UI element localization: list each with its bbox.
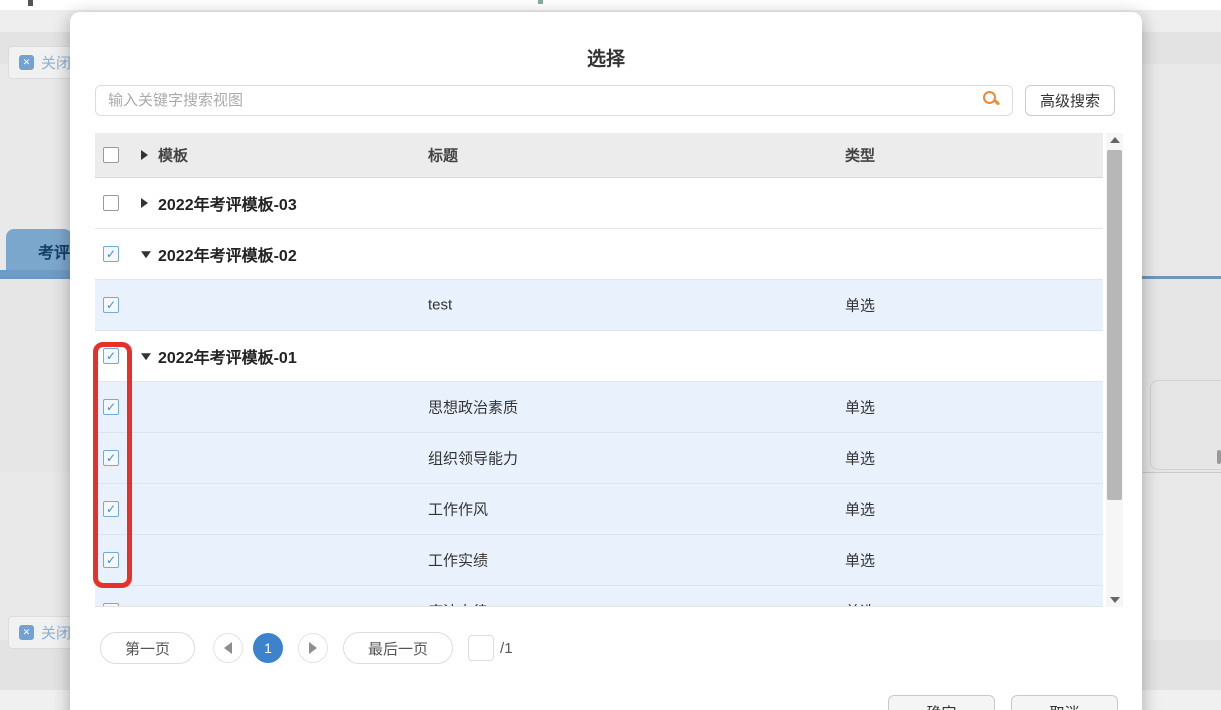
item-type: 单选 — [845, 399, 876, 417]
dialog-title: 选择 — [586, 49, 625, 70]
template-table: 模板 标题 类型 2022年考评模板-03 ✓ 2022年考评模板-02 ✓ t… — [95, 133, 1123, 607]
search-icon — [983, 91, 999, 107]
table-row-item[interactable]: ✓ 组织领导能力 单选 — [95, 433, 1103, 484]
item-title: 组织领导能力 — [428, 450, 519, 468]
scrollbar-handle[interactable] — [1217, 450, 1221, 464]
item-title: 工作实绩 — [428, 552, 489, 570]
last-page-button[interactable]: 最后一页 — [343, 632, 454, 664]
current-page-indicator[interactable]: 1 — [253, 633, 284, 663]
item-type: 单选 — [845, 601, 875, 607]
item-type: 单选 — [845, 450, 876, 468]
select-all-checkbox[interactable] — [103, 147, 119, 163]
page-total-label: /1 — [500, 639, 513, 657]
template-name: 2022年考评模板-02 — [158, 248, 297, 265]
table-row-item-test[interactable]: ✓ test 单选 — [95, 280, 1103, 331]
row-checkbox[interactable]: ✓ — [103, 552, 119, 568]
top-strip-mark — [538, 0, 543, 4]
table-scrollbar[interactable] — [1106, 133, 1123, 607]
row-checkbox[interactable]: ✓ — [103, 501, 119, 517]
row-checkbox[interactable]: ✓ — [103, 348, 119, 364]
search-input[interactable] — [95, 85, 1013, 116]
left-arrow-icon — [224, 642, 233, 654]
close-x-icon: ✕ — [19, 55, 34, 70]
dialog-footer: 确定 取消 — [888, 695, 1118, 710]
row-checkbox[interactable]: ✓ — [103, 246, 119, 262]
item-title: 工作作风 — [428, 501, 489, 519]
table-row-item[interactable]: ✓ 工作作风 单选 — [95, 484, 1103, 535]
row-checkbox[interactable]: ✓ — [103, 603, 119, 606]
top-strip-mark — [28, 0, 33, 6]
table-row-template-03[interactable]: 2022年考评模板-03 — [95, 178, 1103, 229]
tab-kaoping-label: 考评 — [37, 244, 70, 262]
chevron-down-icon[interactable] — [141, 353, 151, 361]
row-checkbox[interactable]: ✓ — [103, 297, 119, 313]
table-row-item-partial[interactable]: ✓ 廉洁自律 单选 — [95, 586, 1103, 607]
chevron-right-icon[interactable] — [141, 150, 148, 160]
close-label: 关闭 — [41, 625, 72, 642]
pagination: 第一页 1 最后一页 /1 — [100, 632, 513, 664]
first-page-button[interactable]: 第一页 — [100, 632, 196, 664]
advanced-search-button[interactable]: 高级搜索 — [1025, 85, 1115, 116]
item-type: 单选 — [845, 501, 876, 519]
table-row-item[interactable]: ✓ 工作实绩 单选 — [95, 535, 1103, 586]
close-x-icon: ✕ — [19, 625, 34, 640]
page-number-input[interactable] — [468, 635, 495, 661]
chevron-down-icon[interactable] — [141, 251, 151, 259]
chevron-right-icon[interactable] — [141, 198, 148, 208]
prev-page-button[interactable] — [213, 633, 244, 663]
scroll-up-arrow[interactable] — [1106, 133, 1123, 147]
next-page-button[interactable] — [298, 633, 329, 663]
right-arrow-icon — [309, 642, 318, 654]
column-header-type: 类型 — [845, 147, 876, 165]
item-title: 廉洁自律 — [428, 601, 488, 607]
item-type: 单选 — [845, 552, 876, 570]
template-name: 2022年考评模板-03 — [158, 197, 297, 214]
row-checkbox[interactable] — [103, 195, 119, 211]
template-name: 2022年考评模板-01 — [158, 350, 297, 367]
cancel-button[interactable]: 取消 — [1011, 695, 1118, 710]
search-row: 高级搜索 — [95, 85, 1117, 116]
background-divider — [1143, 472, 1221, 473]
item-type: 单选 — [845, 297, 876, 315]
select-dialog: 选择 高级搜索 模板 标题 类型 2022年考评模板-03 — [70, 12, 1142, 710]
table-row-template-01[interactable]: ✓ 2022年考评模板-01 — [95, 331, 1103, 382]
ok-button[interactable]: 确定 — [888, 695, 995, 710]
browser-top-strip — [0, 0, 1221, 10]
item-title: 思想政治素质 — [428, 399, 519, 417]
row-checkbox[interactable]: ✓ — [103, 399, 119, 415]
close-label: 关闭 — [41, 55, 72, 72]
item-title: test — [428, 296, 453, 314]
tab-active-underline — [0, 270, 78, 277]
column-header-template: 模板 — [158, 147, 189, 165]
search-button[interactable] — [973, 89, 1009, 112]
scroll-down-arrow[interactable] — [1106, 593, 1123, 607]
table-header-row: 模板 标题 类型 — [95, 133, 1103, 178]
table-row-template-02[interactable]: ✓ 2022年考评模板-02 — [95, 229, 1103, 280]
column-header-title: 标题 — [428, 147, 459, 165]
tab-kaoping[interactable]: 考评 — [6, 229, 72, 272]
background-panel-outline — [1150, 380, 1221, 470]
scrollbar-thumb[interactable] — [1107, 150, 1122, 500]
table-row-item[interactable]: ✓ 思想政治素质 单选 — [95, 382, 1103, 433]
row-checkbox[interactable]: ✓ — [103, 450, 119, 466]
